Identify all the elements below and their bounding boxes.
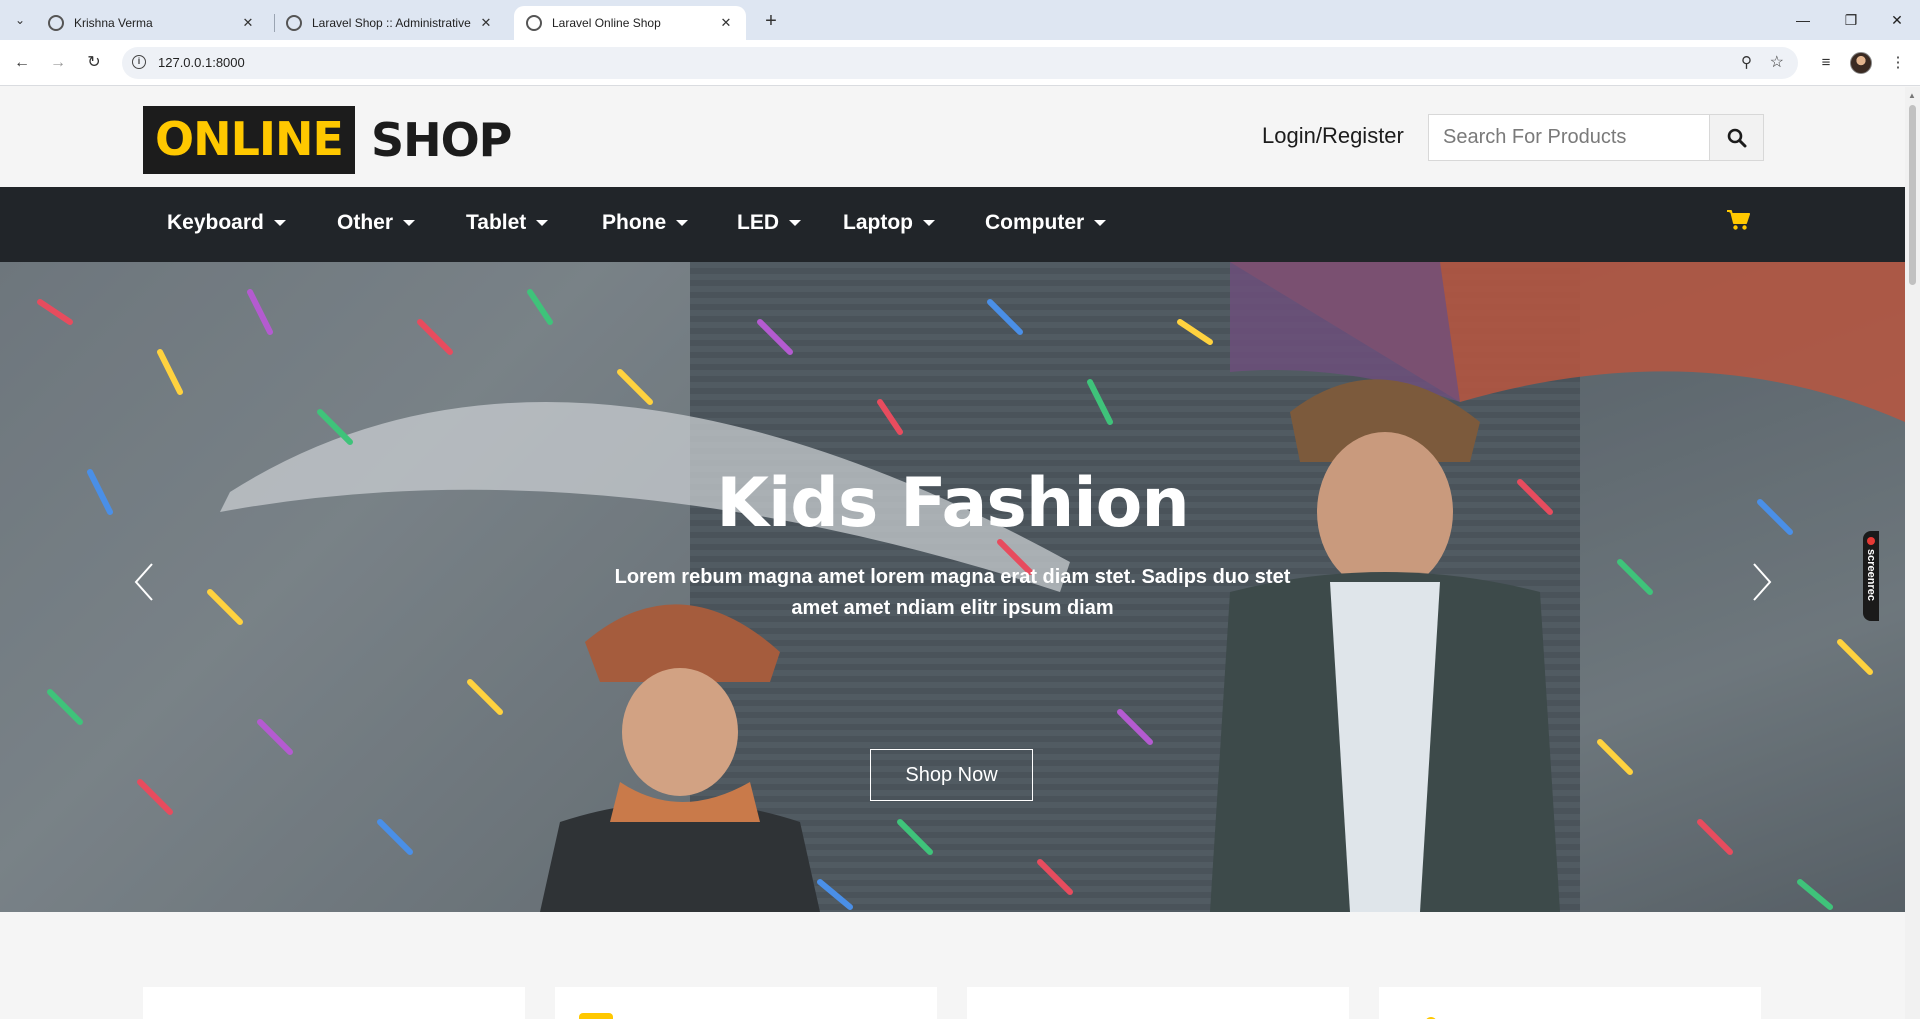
reading-list-icon[interactable]: ≡ <box>1814 51 1838 75</box>
carousel-next-icon[interactable] <box>1750 562 1774 602</box>
new-tab-plus-icon[interactable]: + <box>758 8 784 34</box>
reload-icon[interactable]: ↻ <box>82 51 106 75</box>
shop-now-button[interactable]: Shop Now <box>870 749 1033 801</box>
browser-tab-2[interactable]: Laravel Shop :: Administrative P ✕ <box>274 6 506 40</box>
feature-card <box>555 987 937 1019</box>
cart-button[interactable] <box>1726 209 1750 236</box>
browser-tab-strip: ⌄ Krishna Verma ✕ Laravel Shop :: Admini… <box>0 0 1920 40</box>
hero-description: Lorem rebum magna amet lorem magna erat … <box>614 566 1291 619</box>
caret-down-icon <box>676 220 689 226</box>
scroll-up-icon[interactable]: ▲ <box>1908 91 1916 100</box>
feature-card <box>1379 987 1761 1019</box>
close-icon[interactable]: ✕ <box>718 15 734 31</box>
caret-down-icon <box>273 220 286 226</box>
screenrec-label: screenrec <box>1865 549 1877 601</box>
nav-item-label: Keyboard <box>167 211 264 234</box>
nav-item-computer[interactable]: Computer <box>985 211 1107 235</box>
logo-text: SHOP <box>370 113 512 167</box>
screenrec-widget[interactable]: screenrec <box>1863 531 1879 621</box>
feature-cards-row <box>0 987 1905 1019</box>
carousel-prev-icon[interactable] <box>132 562 156 602</box>
feature-card <box>967 987 1349 1019</box>
caret-down-icon <box>403 220 416 226</box>
more-menu-icon[interactable]: ⋮ <box>1886 51 1910 75</box>
nav-item-label: Other <box>337 211 394 234</box>
nav-item-other[interactable]: Other <box>337 211 416 235</box>
web-page: ONLINE SHOP Login/Register Keyboard Othe… <box>0 87 1905 1019</box>
site-info-icon[interactable]: i <box>132 55 146 69</box>
forward-arrow-icon[interactable]: → <box>46 51 70 75</box>
site-header: ONLINE SHOP Login/Register <box>0 87 1905 187</box>
url-text[interactable]: 127.0.0.1:8000 <box>158 55 245 70</box>
scrollbar-thumb[interactable] <box>1909 105 1916 285</box>
logo-highlight: ONLINE <box>143 106 355 174</box>
nav-item-label: Phone <box>602 211 667 234</box>
category-navbar: Keyboard Other Tablet Phone LED Laptop C… <box>0 187 1905 262</box>
tab-search-icon[interactable]: ⌄ <box>8 8 32 32</box>
nav-item-phone[interactable]: Phone <box>602 211 689 235</box>
close-icon[interactable]: ✕ <box>240 15 256 31</box>
caret-down-icon <box>1094 220 1107 226</box>
feature-card <box>143 987 525 1019</box>
browser-tab-1[interactable]: Krishna Verma ✕ <box>36 6 268 40</box>
back-arrow-icon[interactable]: ← <box>10 51 34 75</box>
tab-title: Krishna Verma <box>74 16 153 30</box>
nav-item-label: Computer <box>985 211 1085 234</box>
nav-item-laptop[interactable]: Laptop <box>843 211 935 235</box>
site-logo[interactable]: ONLINE SHOP <box>143 106 512 174</box>
bookmark-star-icon[interactable]: ☆ <box>1770 52 1784 72</box>
globe-icon <box>526 15 542 31</box>
profile-avatar[interactable] <box>1850 52 1872 74</box>
nav-item-label: LED <box>737 211 779 234</box>
search-icon <box>1727 128 1746 147</box>
tab-title: Laravel Online Shop <box>552 16 661 30</box>
feature-icon <box>579 1013 613 1019</box>
browser-toolbar: ← → ↻ i 127.0.0.1:8000 ⚲ ☆ ≡ ⋮ <box>0 40 1920 86</box>
nav-item-tablet[interactable]: Tablet <box>466 211 549 235</box>
search-input[interactable] <box>1428 114 1710 161</box>
nav-item-keyboard[interactable]: Keyboard <box>167 211 286 235</box>
caret-down-icon <box>789 220 801 226</box>
caret-down-icon <box>536 220 549 226</box>
close-icon[interactable]: ✕ <box>478 15 494 31</box>
globe-icon <box>286 15 302 31</box>
hero-carousel: Kids Fashion Lorem rebum magna amet lore… <box>0 262 1905 912</box>
window-close-icon[interactable]: ✕ <box>1882 8 1912 32</box>
nav-item-label: Tablet <box>466 211 527 234</box>
shopping-cart-icon <box>1727 210 1750 230</box>
login-register-link[interactable]: Login/Register <box>1262 123 1404 149</box>
browser-tab-3[interactable]: Laravel Online Shop ✕ <box>514 6 746 40</box>
nav-item-label: Laptop <box>843 211 913 234</box>
search-button[interactable] <box>1710 114 1764 161</box>
nav-item-led[interactable]: LED <box>737 211 801 235</box>
restore-icon[interactable]: ❐ <box>1836 8 1866 32</box>
tab-title: Laravel Shop :: Administrative P <box>312 16 472 30</box>
globe-icon <box>48 15 64 31</box>
minimize-icon[interactable]: — <box>1788 8 1818 32</box>
search-form <box>1428 114 1764 161</box>
hero-title: Kids Fashion <box>716 464 1190 543</box>
page-scrollbar[interactable]: ▲ <box>1905 87 1920 1019</box>
caret-down-icon <box>922 220 935 226</box>
record-icon <box>1867 537 1875 545</box>
address-bar[interactable]: i 127.0.0.1:8000 ⚲ ☆ <box>122 47 1798 79</box>
zoom-icon[interactable]: ⚲ <box>1741 53 1752 71</box>
